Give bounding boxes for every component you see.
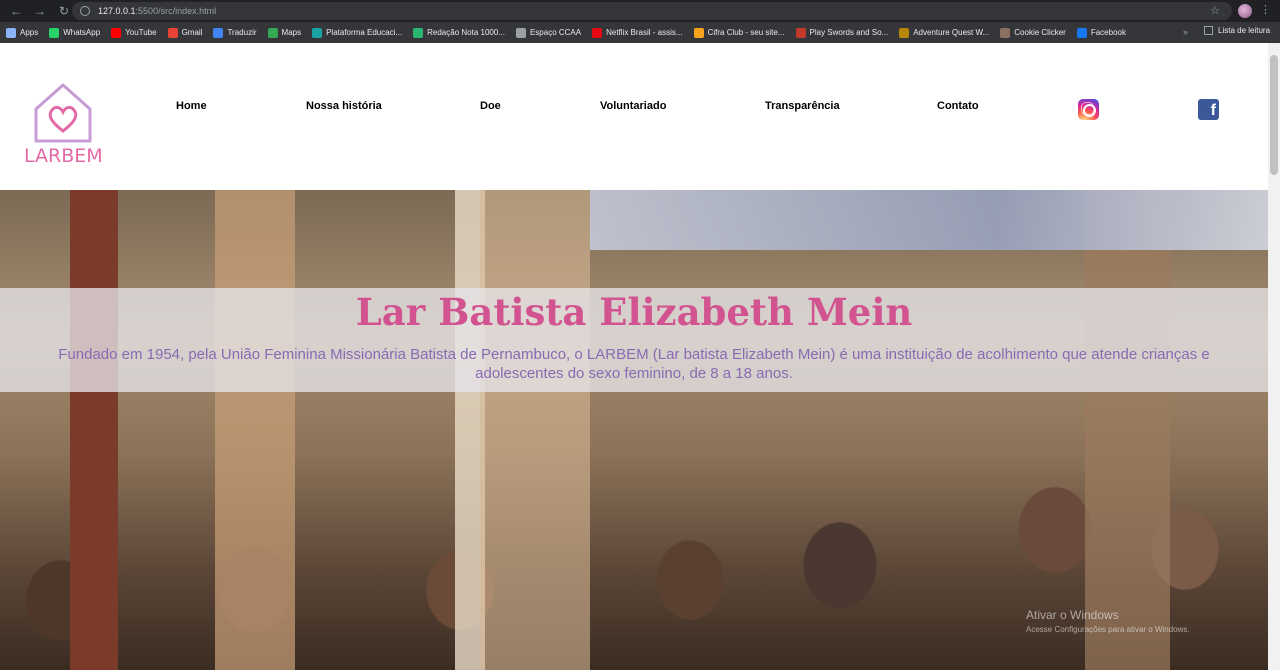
bookmark-label: WhatsApp xyxy=(63,28,101,37)
bookmark-favicon-icon xyxy=(49,27,60,38)
bookmark-label: Maps xyxy=(281,28,302,37)
hero-title: Lar Batista Elizabeth Mein xyxy=(355,290,913,334)
bookmark-label: Gmail xyxy=(181,28,203,37)
bookmark-favicon-icon xyxy=(1000,27,1011,38)
bookmark-item[interactable]: Apps xyxy=(6,27,39,38)
bookmark-item[interactable]: Plataforma Educaci... xyxy=(312,27,403,38)
bookmark-item[interactable]: Adventure Quest W... xyxy=(899,27,990,38)
reload-icon[interactable]: ↻ xyxy=(56,3,72,19)
bookmark-item[interactable]: Maps xyxy=(267,27,302,38)
bookmark-favicon-icon xyxy=(899,27,910,38)
bookmark-favicon-icon xyxy=(6,27,16,38)
profile-avatar-icon[interactable] xyxy=(1238,4,1252,18)
browser-toolbar: ← → ↻ 127.0.0.1 :5500/src/index.html ☆ ⋮ xyxy=(0,0,1280,22)
bookmark-label: Netflix Brasil - assis... xyxy=(606,28,683,37)
bookmark-favicon-icon xyxy=(213,27,224,38)
instagram-icon[interactable] xyxy=(1078,99,1099,120)
bookmark-favicon-icon xyxy=(515,27,526,38)
larbem-logo[interactable]: LARBEM xyxy=(24,81,103,167)
bookmark-item[interactable]: Redação Nota 1000... xyxy=(413,27,505,38)
bookmark-favicon-icon xyxy=(167,27,178,38)
reading-list-label: Lista de leitura xyxy=(1218,26,1271,35)
hero-photo-detail xyxy=(480,190,590,670)
logo-text: LARBEM xyxy=(24,145,103,167)
bookmark-item[interactable]: Play Swords and So... xyxy=(795,27,889,38)
bookmark-label: Espaço CCAA xyxy=(529,28,582,37)
bookmark-label: Play Swords and So... xyxy=(809,28,889,37)
watermark-title: Ativar o Windows xyxy=(1026,608,1119,622)
hero-photo-detail xyxy=(215,190,295,670)
facebook-icon[interactable]: f xyxy=(1198,99,1219,120)
bookmark-label: Plataforma Educaci... xyxy=(326,28,403,37)
site-info-icon[interactable] xyxy=(80,6,90,16)
bookmark-favicon-icon xyxy=(1076,27,1087,38)
nav-doe[interactable]: Doe xyxy=(480,100,501,112)
address-bar[interactable]: 127.0.0.1 :5500/src/index.html ☆ xyxy=(72,2,1232,20)
windows-activation-watermark: Ativar o Windows Acesse Configurações pa… xyxy=(1026,608,1190,634)
bookmark-favicon-icon xyxy=(267,27,278,38)
reading-list-icon xyxy=(1204,26,1213,35)
bookmark-favicon-icon xyxy=(312,27,323,38)
hero-photo-banner xyxy=(590,190,1268,250)
page-scrollbar[interactable] xyxy=(1268,43,1280,670)
nav-home[interactable]: Home xyxy=(176,100,207,112)
bookmark-label: Traduzir xyxy=(227,28,257,37)
bookmark-label: Adventure Quest W... xyxy=(913,28,990,37)
bookmark-label: Facebook xyxy=(1090,28,1126,37)
bookmark-item[interactable]: Espaço CCAA xyxy=(515,27,582,38)
bookmark-label: Redação Nota 1000... xyxy=(427,28,505,37)
bookmarks-more-icon[interactable]: » xyxy=(1183,27,1188,37)
back-arrow-icon[interactable]: ← xyxy=(8,3,24,19)
bookmark-item[interactable]: WhatsApp xyxy=(49,27,101,38)
hero-photo-detail xyxy=(70,190,118,670)
hero-section: Lar Batista Elizabeth Mein Fundado em 19… xyxy=(0,190,1268,670)
scrollbar-thumb[interactable] xyxy=(1270,55,1278,175)
bookmark-item[interactable]: Cifra Club - seu site... xyxy=(693,27,785,38)
bookmark-item[interactable]: Facebook xyxy=(1076,27,1126,38)
url-host: 127.0.0.1 xyxy=(98,6,136,16)
bookmark-label: Cifra Club - seu site... xyxy=(707,28,785,37)
bookmark-star-icon[interactable]: ☆ xyxy=(1210,4,1220,17)
forward-arrow-icon[interactable]: → xyxy=(32,3,48,19)
bookmark-label: Apps xyxy=(20,28,39,37)
bookmark-label: Cookie Clicker xyxy=(1014,28,1066,37)
bookmark-favicon-icon xyxy=(111,27,122,38)
bookmark-item[interactable]: Cookie Clicker xyxy=(1000,27,1066,38)
bookmark-item[interactable]: YouTube xyxy=(111,27,157,38)
bookmarks-bar: Apps WhatsApp YouTube Gmail Traduzir Maps Plat… xyxy=(0,22,1280,43)
nav-transparencia[interactable]: Transparência xyxy=(765,100,840,112)
nav-nossa-historia[interactable]: Nossa história xyxy=(306,100,382,112)
hero-photo-detail xyxy=(1085,190,1170,670)
url-path: :5500/src/index.html xyxy=(135,6,217,16)
nav-voluntariado[interactable]: Voluntariado xyxy=(600,100,666,112)
nav-contato[interactable]: Contato xyxy=(937,100,979,112)
browser-menu-icon[interactable]: ⋮ xyxy=(1260,3,1271,16)
bookmark-favicon-icon xyxy=(413,27,424,38)
reading-list-button[interactable]: Lista de leitura xyxy=(1204,26,1270,35)
hero-description: Fundado em 1954, pela União Feminina Mis… xyxy=(58,346,1210,382)
bookmark-item[interactable]: Netflix Brasil - assis... xyxy=(592,27,683,38)
site-header: LARBEM Home Nossa história Doe Voluntari… xyxy=(0,43,1268,190)
bookmark-label: YouTube xyxy=(125,28,157,37)
bookmark-favicon-icon xyxy=(795,27,806,38)
bookmark-item[interactable]: Traduzir xyxy=(213,27,257,38)
bookmark-favicon-icon xyxy=(693,27,704,38)
watermark-subtitle: Acesse Configurações para ativar o Windo… xyxy=(1026,625,1190,634)
bookmark-favicon-icon xyxy=(592,27,603,38)
web-page: LARBEM Home Nossa história Doe Voluntari… xyxy=(0,43,1268,670)
bookmark-item[interactable]: Gmail xyxy=(167,27,203,38)
house-heart-icon xyxy=(34,83,92,143)
